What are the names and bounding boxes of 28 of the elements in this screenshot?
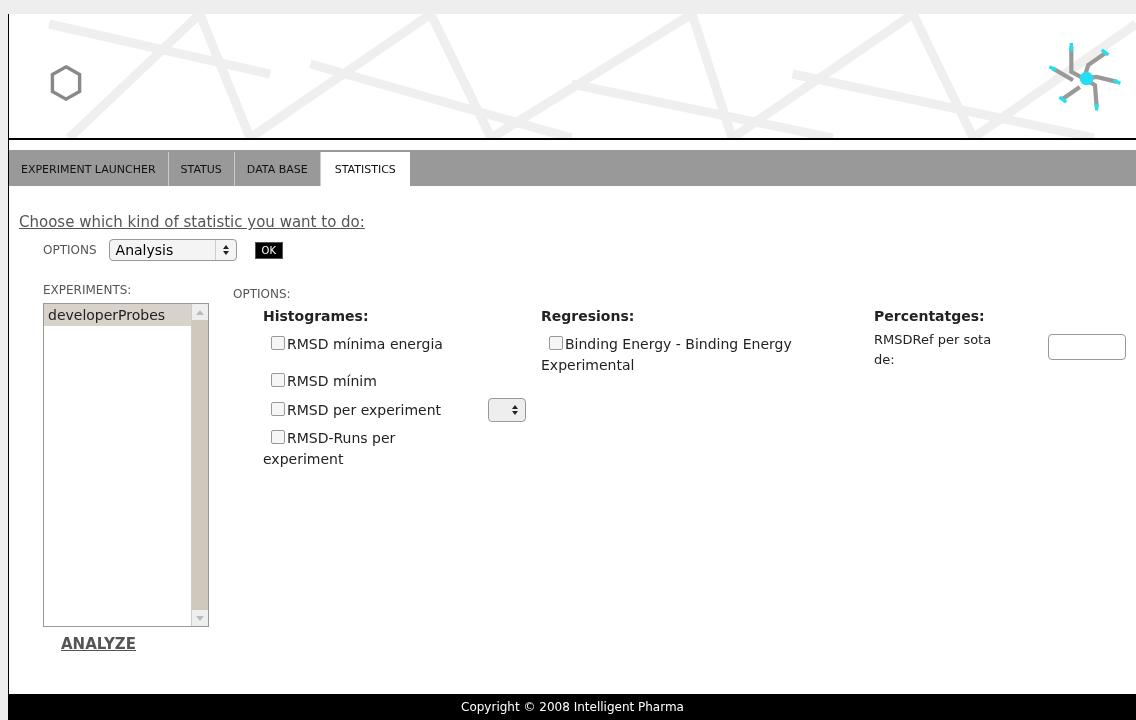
spinner-icon [511, 404, 519, 416]
experiments-label: EXPERIMENTS: [43, 283, 133, 297]
up-arrow-icon[interactable] [196, 309, 204, 315]
input-field[interactable] [1048, 334, 1126, 360]
prompt-link[interactable]: Choose which kind of statistic you want to do: [19, 213, 365, 231]
checkbox-option[interactable]: Binding Energy - Binding Energy Experimental [541, 334, 841, 376]
experiment-select[interactable] [488, 398, 526, 422]
options-select[interactable]: Analysis [108, 239, 237, 261]
options-label: OPTIONS: [233, 287, 291, 301]
checkbox-option[interactable]: RMSD-Runs per experiment [263, 428, 463, 470]
nav-tab[interactable]: STATISTICS [320, 152, 410, 186]
scrollbar[interactable] [191, 304, 208, 626]
analyze-link[interactable]: ANALYZE [61, 635, 136, 653]
down-arrow-icon[interactable] [196, 615, 204, 621]
field-label: RMSDRef per sota de: [874, 331, 993, 369]
hexagon-icon [49, 64, 83, 102]
options-label: OPTIONS [43, 243, 97, 257]
checkbox-option[interactable]: RMSD per experiment [263, 399, 463, 421]
group-title: Regresions: [541, 308, 636, 324]
spinner-icon [221, 244, 230, 256]
experiments-list[interactable]: developerProbes [43, 303, 209, 627]
group-title: Percentatges: [874, 308, 986, 324]
experiment-item[interactable]: developerProbes [44, 304, 191, 326]
checkbox-option[interactable]: RMSD mínima energia [263, 334, 463, 355]
group-title: Histogrames: [263, 308, 370, 324]
ok-button[interactable]: OK [254, 241, 284, 259]
checkbox-option[interactable]: RMSD mínim [263, 371, 463, 392]
footer-text: Copyright © 2008 Intelligent Pharma [9, 694, 1136, 720]
